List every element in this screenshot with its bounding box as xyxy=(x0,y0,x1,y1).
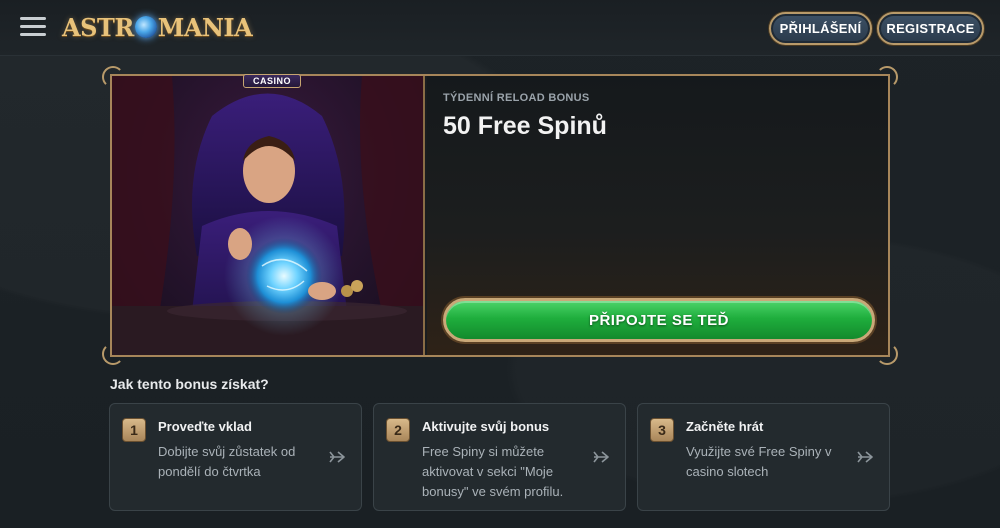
step-number-badge: 1 xyxy=(122,418,146,442)
casino-tag-badge: CASINO xyxy=(243,74,301,88)
hamburger-menu-icon[interactable] xyxy=(20,17,46,39)
how-to-title: Jak tento bonus získat? xyxy=(110,376,269,392)
logo-orb-icon xyxy=(134,16,157,38)
join-now-button[interactable]: PŘIPOJTE SE TEĎ xyxy=(443,298,875,342)
step-description: Free Spiny si můžete aktivovat v sekci "… xyxy=(422,444,564,499)
paper-plane-arrow-icon xyxy=(593,451,609,463)
logo-text-start: ASTR xyxy=(62,12,134,42)
logo-text-end: MANIA xyxy=(157,12,253,42)
paper-plane-arrow-icon xyxy=(857,451,873,463)
login-button[interactable]: PŘIHLÁŠENÍ xyxy=(769,12,872,45)
astromania-logo[interactable]: ASTR MANIA xyxy=(62,10,253,44)
step-number-badge: 2 xyxy=(386,418,410,442)
fortune-teller-art xyxy=(112,76,423,355)
step-title: Proveďte vklad xyxy=(158,419,252,434)
fortune-teller-illustration xyxy=(112,76,425,355)
step-card-activate[interactable]: 2 Aktivujte svůj bonus Free Spiny si můž… xyxy=(373,403,626,511)
step-title: Začněte hrát xyxy=(686,419,764,434)
banner-content: TÝDENNÍ RELOAD BONUS 50 Free Spinů PŘIPO… xyxy=(427,76,888,355)
paper-plane-arrow-icon xyxy=(329,451,345,463)
step-title: Aktivujte svůj bonus xyxy=(422,419,550,434)
bonus-label: TÝDENNÍ RELOAD BONUS xyxy=(443,92,590,104)
step-description: Využijte své Free Spiny v casino slotech xyxy=(686,444,832,479)
step-card-play[interactable]: 3 Začněte hrát Využijte své Free Spiny v… xyxy=(637,403,890,511)
step-card-deposit[interactable]: 1 Proveďte vklad Dobijte svůj zůstatek o… xyxy=(109,403,362,511)
step-number-badge: 3 xyxy=(650,418,674,442)
top-header: ASTR MANIA PŘIHLÁŠENÍ REGISTRACE xyxy=(0,0,1000,56)
bonus-title: 50 Free Spinů xyxy=(443,112,607,140)
bonus-banner: CASINO TÝDENNÍ RELOAD BONUS 50 Free Spin… xyxy=(102,66,898,365)
register-button[interactable]: REGISTRACE xyxy=(877,12,984,45)
step-description: Dobijte svůj zůstatek od pondělí do čtvr… xyxy=(158,444,296,479)
